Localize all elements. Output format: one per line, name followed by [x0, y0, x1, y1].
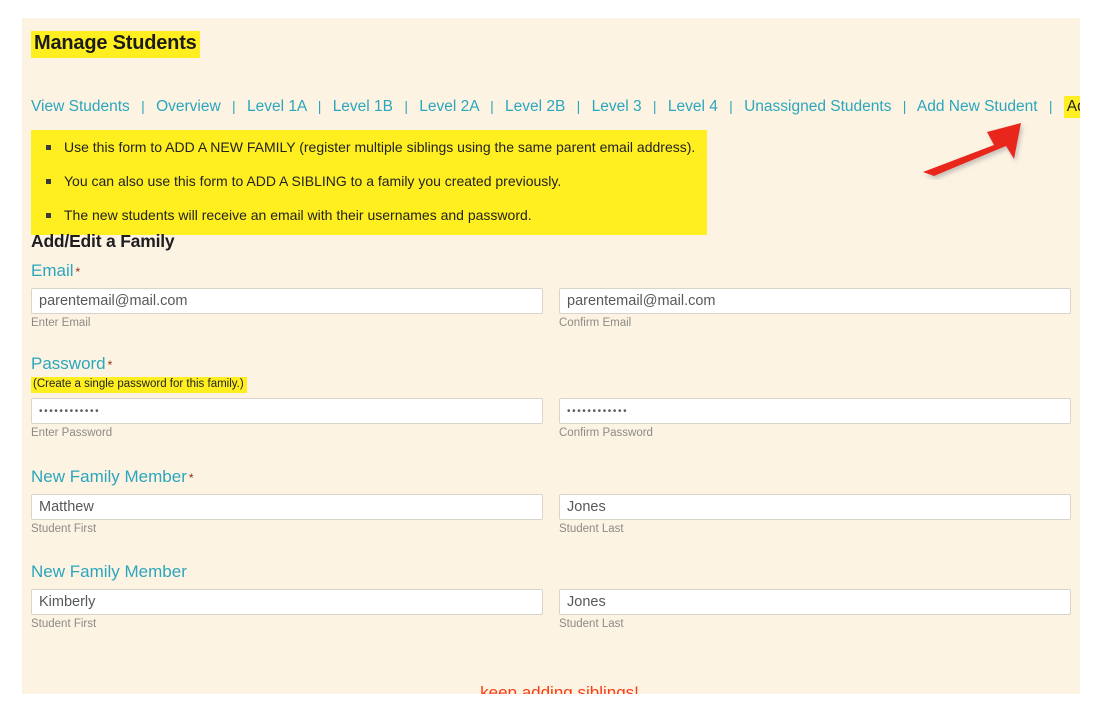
nav-item-overview[interactable]: Overview: [156, 98, 221, 115]
student-last-name-field-2[interactable]: [559, 589, 1071, 615]
field-sublabel: Enter Email: [31, 317, 91, 329]
field-col: Student Last: [559, 589, 1071, 631]
group-label-password: Password *: [31, 354, 1071, 374]
field-col: Enter Password: [31, 398, 543, 440]
nav-separator: |: [490, 98, 494, 114]
field-col: Student Last: [559, 494, 1071, 536]
password-field[interactable]: [31, 398, 543, 424]
nav-separator: |: [729, 98, 733, 114]
bullet-square-icon: [46, 213, 51, 218]
nav-item-level-3[interactable]: Level 3: [592, 98, 642, 115]
field-row: Student First Student Last: [31, 494, 1071, 536]
group-label-family-member-1: New Family Member *: [31, 467, 1071, 487]
page-content-area: Manage Students View Students | Overview…: [22, 18, 1080, 694]
red-arrow-annotation: [917, 118, 1080, 180]
nav-separator: |: [141, 98, 145, 114]
nav-separator: |: [232, 98, 236, 114]
nav-item-add-edit-a-family[interactable]: Add/Edit a Family: [1063, 96, 1080, 118]
confirm-email-field[interactable]: [559, 288, 1071, 314]
field-sublabel: Student Last: [559, 523, 624, 535]
field-sublabel: Student First: [31, 523, 97, 535]
page-title: Manage Students: [31, 31, 200, 58]
nav-item-level-2b[interactable]: Level 2B: [505, 98, 565, 115]
student-first-name-field-2[interactable]: [31, 589, 543, 615]
keep-adding-siblings-note: …keep adding siblings!: [463, 683, 639, 694]
nav-separator: |: [652, 98, 657, 114]
list-item: The new students will receive an email w…: [43, 208, 695, 222]
nav-item-unassigned-students[interactable]: Unassigned Students: [744, 98, 891, 115]
list-item: Use this form to ADD A NEW FAMILY (regis…: [43, 140, 695, 154]
instruction-text: You can also use this form to ADD A SIBL…: [64, 173, 562, 189]
email-field[interactable]: [31, 288, 543, 314]
field-col: Student First: [31, 589, 543, 631]
list-item: You can also use this form to ADD A SIBL…: [43, 174, 695, 188]
field-group-family-member-2: New Family Member Student First Student …: [31, 562, 1071, 631]
group-label-text: Email: [31, 261, 74, 280]
instructions-callout: Use this form to ADD A NEW FAMILY (regis…: [31, 130, 708, 235]
field-col: Confirm Email: [559, 288, 1071, 330]
required-marker: *: [75, 265, 81, 279]
nav-separator: |: [317, 98, 322, 114]
instructions-list: Use this form to ADD A NEW FAMILY (regis…: [43, 140, 695, 222]
field-row: Enter Password Confirm Password: [31, 398, 1071, 440]
nav-item-level-1b[interactable]: Level 1B: [333, 98, 393, 115]
add-edit-family-form: Email* Enter Email Confirm Email Passwor…: [31, 261, 1071, 631]
field-col: Confirm Password: [559, 398, 1071, 440]
field-row: Enter Email Confirm Email: [31, 288, 1071, 330]
nav-item-add-new-student[interactable]: Add New Student: [917, 98, 1038, 115]
student-last-name-field-1[interactable]: [559, 494, 1071, 520]
bullet-square-icon: [46, 145, 51, 150]
field-sublabel: Enter Password: [31, 427, 113, 439]
field-sublabel: Confirm Email: [559, 317, 632, 329]
nav-item-view-students[interactable]: View Students: [31, 98, 130, 115]
instruction-text: The new students will receive an email w…: [64, 207, 532, 223]
field-sublabel: Confirm Password: [559, 427, 653, 439]
field-group-family-member-1: New Family Member* Student First Student…: [31, 467, 1071, 536]
student-first-name-field-1[interactable]: [31, 494, 543, 520]
required-marker: *: [188, 471, 194, 485]
group-label-family-member-2: New Family Member: [31, 562, 1071, 582]
bullet-square-icon: [46, 179, 51, 184]
password-note: (Create a single password for this famil…: [31, 377, 247, 393]
field-col: Enter Email: [31, 288, 543, 330]
form-heading: Add/Edit a Family: [31, 231, 175, 251]
field-col: Student First: [31, 494, 543, 536]
group-label-email: Email *: [31, 261, 1071, 281]
required-marker: *: [107, 358, 113, 372]
field-group-password: Password * (Create a single password for …: [31, 354, 1071, 440]
nav-separator: |: [404, 98, 408, 114]
group-label-text: New Family Member: [31, 562, 187, 581]
field-row: Student First Student Last: [31, 589, 1071, 631]
instruction-text: Use this form to ADD A NEW FAMILY (regis…: [64, 139, 696, 155]
field-sublabel: Student Last: [559, 618, 624, 630]
nav-separator: |: [576, 98, 581, 114]
field-sublabel: Student First: [31, 618, 97, 630]
nav-separator: |: [1048, 98, 1053, 114]
red-arrow-icon: [923, 123, 1021, 176]
group-label-text: Password: [31, 354, 106, 373]
field-group-email: Email* Enter Email Confirm Email: [31, 261, 1071, 330]
nav-item-level-4[interactable]: Level 4: [668, 98, 718, 115]
nav-separator: |: [902, 98, 907, 114]
confirm-password-field[interactable]: [559, 398, 1071, 424]
nav-item-level-2a[interactable]: Level 2A: [419, 98, 478, 115]
group-label-text: New Family Member: [31, 467, 187, 486]
section-nav: View Students | Overview | Level 1A | Le…: [31, 96, 1080, 118]
nav-item-level-1a[interactable]: Level 1A: [247, 98, 306, 115]
